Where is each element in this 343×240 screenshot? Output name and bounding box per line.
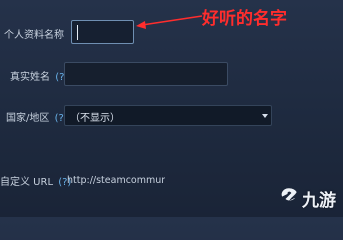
custom-url-prefix: http://steamcommunity.c bbox=[67, 175, 165, 186]
real-name-label: 真实姓名 (?) bbox=[10, 68, 68, 83]
text-caret bbox=[77, 25, 78, 40]
custom-url-label-text: 自定义 URL bbox=[0, 177, 54, 188]
country-label: 国家/地区 (?) bbox=[6, 109, 68, 124]
custom-url-prefix-text: http://steamcommunity.c bbox=[67, 175, 165, 186]
custom-url-label: 自定义 URL (?) bbox=[0, 173, 71, 188]
profile-name-label: 个人资料名称 bbox=[4, 26, 64, 41]
profile-name-label-text: 个人资料名称 bbox=[4, 30, 64, 41]
annotation-arrow bbox=[136, 15, 203, 29]
real-name-input[interactable] bbox=[64, 62, 228, 86]
real-name-label-text: 真实姓名 bbox=[10, 72, 50, 83]
country-selected-value: （不显示） bbox=[70, 113, 120, 124]
watermark-text: 九游 bbox=[302, 191, 336, 211]
profile-name-input[interactable] bbox=[71, 20, 134, 44]
jiuyou-watermark: 九游 bbox=[278, 183, 340, 211]
country-select[interactable]: （不显示） bbox=[64, 105, 272, 126]
jiuyou-logo-icon bbox=[281, 187, 298, 202]
chevron-down-icon bbox=[262, 114, 268, 118]
annotation-text: 好听的名字 bbox=[202, 9, 287, 29]
country-label-text: 国家/地区 bbox=[6, 113, 50, 124]
